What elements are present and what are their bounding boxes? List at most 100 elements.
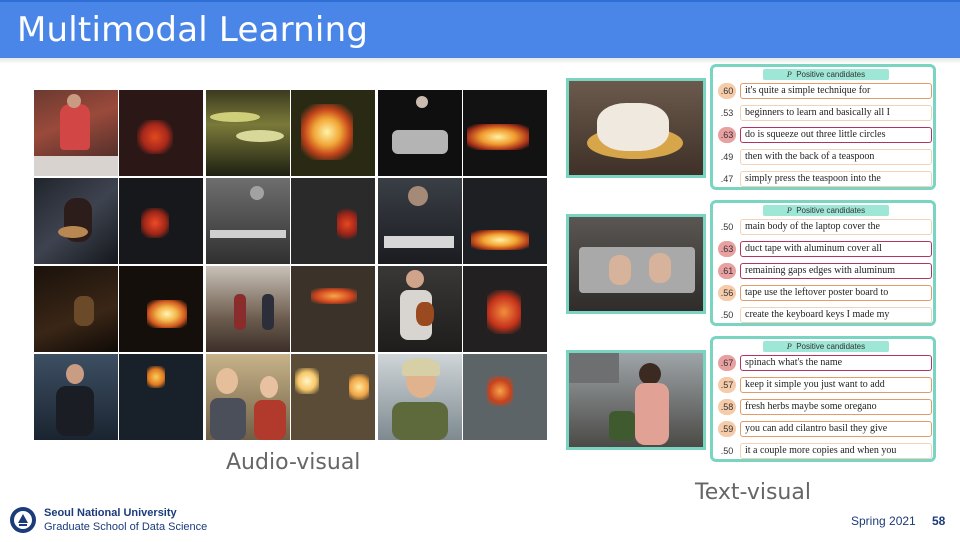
- candidate-phrase: tape use the leftover poster board to: [740, 285, 932, 301]
- text-visual-caption: Text-visual: [695, 480, 811, 505]
- candidate-row: .61 remaining gaps edges with aluminum: [718, 262, 932, 280]
- video-frame-kitchen: [566, 350, 706, 450]
- candidates-header: P Positive candidates: [763, 341, 889, 352]
- candidates-panel: P Positive candidates .60 it's quite a si…: [710, 64, 936, 190]
- page-number: 58: [932, 514, 946, 528]
- candidate-row: .58 fresh herbs maybe some oregano: [718, 398, 932, 416]
- heatmap-frame: [291, 266, 375, 352]
- heatmap-frame: [291, 178, 375, 264]
- title-bar: Multimodal Learning: [0, 0, 960, 58]
- av-example-drums-cymbals: [206, 90, 375, 176]
- video-frame: [378, 354, 462, 440]
- text-visual-group-cake: P Positive candidates .60 it's quite a si…: [566, 64, 938, 190]
- video-frame: [206, 354, 290, 440]
- video-frame: [206, 266, 290, 352]
- score-badge: .67: [718, 355, 736, 371]
- footer-school: Graduate School of Data Science: [44, 521, 208, 533]
- candidate-phrase: then with the back of a teaspoon: [740, 149, 932, 165]
- score-badge: .56: [718, 285, 736, 301]
- score-badge: .53: [720, 108, 734, 118]
- candidate-row: .57 keep it simple you just want to add: [718, 376, 932, 394]
- score-badge: .50: [720, 222, 734, 232]
- candidate-row: .59 you can add cilantro basil they give: [718, 420, 932, 438]
- score-badge: .60: [718, 83, 736, 99]
- video-frame-cake: [566, 78, 706, 178]
- score-badge: .50: [720, 446, 734, 456]
- candidates-panel: P Positive candidates .67 spinach what's …: [710, 336, 936, 462]
- heatmap-frame: [119, 354, 203, 440]
- video-frame: [34, 178, 118, 264]
- av-example-speaker: [34, 354, 203, 440]
- audio-visual-grid: [34, 90, 547, 440]
- candidate-row: .53 beginners to learn and basically all …: [718, 104, 932, 122]
- candidate-phrase: main body of the laptop cover the: [740, 219, 932, 235]
- heatmap-frame: [463, 178, 547, 264]
- candidate-phrase: do is squeeze out three little circles: [740, 127, 932, 143]
- candidate-phrase: fresh herbs maybe some oregano: [740, 399, 932, 415]
- text-visual-group-laptop: P Positive candidates .50 main body of th…: [566, 200, 938, 326]
- heatmap-frame: [463, 90, 547, 176]
- candidate-row: .50 main body of the laptop cover the: [718, 218, 932, 236]
- score-badge: .57: [718, 377, 736, 393]
- candidate-phrase: it a couple more copies and when you: [740, 443, 932, 459]
- score-badge: .47: [720, 174, 734, 184]
- video-frame: [206, 178, 290, 264]
- audio-visual-caption: Audio-visual: [226, 450, 361, 475]
- video-frame: [378, 178, 462, 264]
- candidates-panel: P Positive candidates .50 main body of th…: [710, 200, 936, 326]
- av-example-keyboard: [378, 178, 547, 264]
- slide-title: Multimodal Learning: [17, 10, 369, 50]
- candidate-phrase: it's quite a simple technique for: [740, 83, 932, 99]
- candidate-phrase: simply press the teaspoon into the: [740, 171, 932, 187]
- candidate-phrase: you can add cilantro basil they give: [740, 421, 932, 437]
- av-example-singing-kids: [206, 354, 375, 440]
- av-example-violinist: [378, 266, 547, 352]
- candidates-header: P Positive candidates: [763, 205, 889, 216]
- video-frame: [34, 266, 118, 352]
- heatmap-frame: [291, 354, 375, 440]
- footer-university: Seoul National University: [44, 507, 177, 519]
- heatmap-frame: [291, 90, 375, 176]
- av-example-piano-room: [206, 178, 375, 264]
- video-frame: [34, 90, 118, 176]
- heatmap-frame: [463, 266, 547, 352]
- candidate-phrase: keep it simple you just want to add: [740, 377, 932, 393]
- video-frame: [34, 354, 118, 440]
- av-example-guitar: [34, 178, 203, 264]
- score-badge: .49: [720, 152, 734, 162]
- heatmap-frame: [119, 266, 203, 352]
- video-frame: [378, 90, 462, 176]
- score-badge: .50: [720, 310, 734, 320]
- text-visual-group-kitchen: P Positive candidates .67 spinach what's …: [566, 336, 938, 462]
- candidate-row: .47 simply press the teaspoon into the: [718, 170, 932, 188]
- av-example-woman-speaking: [378, 354, 547, 440]
- score-badge: .59: [718, 421, 736, 437]
- candidates-header: P Positive candidates: [763, 69, 889, 80]
- candidate-row: .63 do is squeeze out three little circle…: [718, 126, 932, 144]
- score-badge: .58: [718, 399, 736, 415]
- candidate-phrase: remaining gaps edges with aluminum: [740, 263, 932, 279]
- candidate-row: .63 duct tape with aluminum cover all: [718, 240, 932, 258]
- candidate-row: .56 tape use the leftover poster board to: [718, 284, 932, 302]
- av-example-violin-duet: [206, 266, 375, 352]
- video-frame-laptop: [566, 214, 706, 314]
- candidate-phrase: spinach what's the name: [740, 355, 932, 371]
- score-badge: .61: [718, 263, 736, 279]
- av-example-drummer: [378, 90, 547, 176]
- candidate-phrase: create the keyboard keys I made my: [740, 307, 932, 323]
- av-example-singer: [34, 90, 203, 176]
- candidate-row: .60 it's quite a simple technique for: [718, 82, 932, 100]
- candidate-row: .49 then with the back of a teaspoon: [718, 148, 932, 166]
- snu-logo-icon: [10, 507, 36, 533]
- score-badge: .63: [718, 127, 736, 143]
- candidate-phrase: beginners to learn and basically all I: [740, 105, 932, 121]
- video-frame: [206, 90, 290, 176]
- heatmap-frame: [119, 90, 203, 176]
- footer-term: Spring 2021: [851, 514, 916, 528]
- candidate-row: .67 spinach what's the name: [718, 354, 932, 372]
- score-badge: .63: [718, 241, 736, 257]
- heatmap-frame: [119, 178, 203, 264]
- heatmap-frame: [463, 354, 547, 440]
- candidate-row: .50 create the keyboard keys I made my: [718, 306, 932, 324]
- candidate-row: .50 it a couple more copies and when you: [718, 442, 932, 460]
